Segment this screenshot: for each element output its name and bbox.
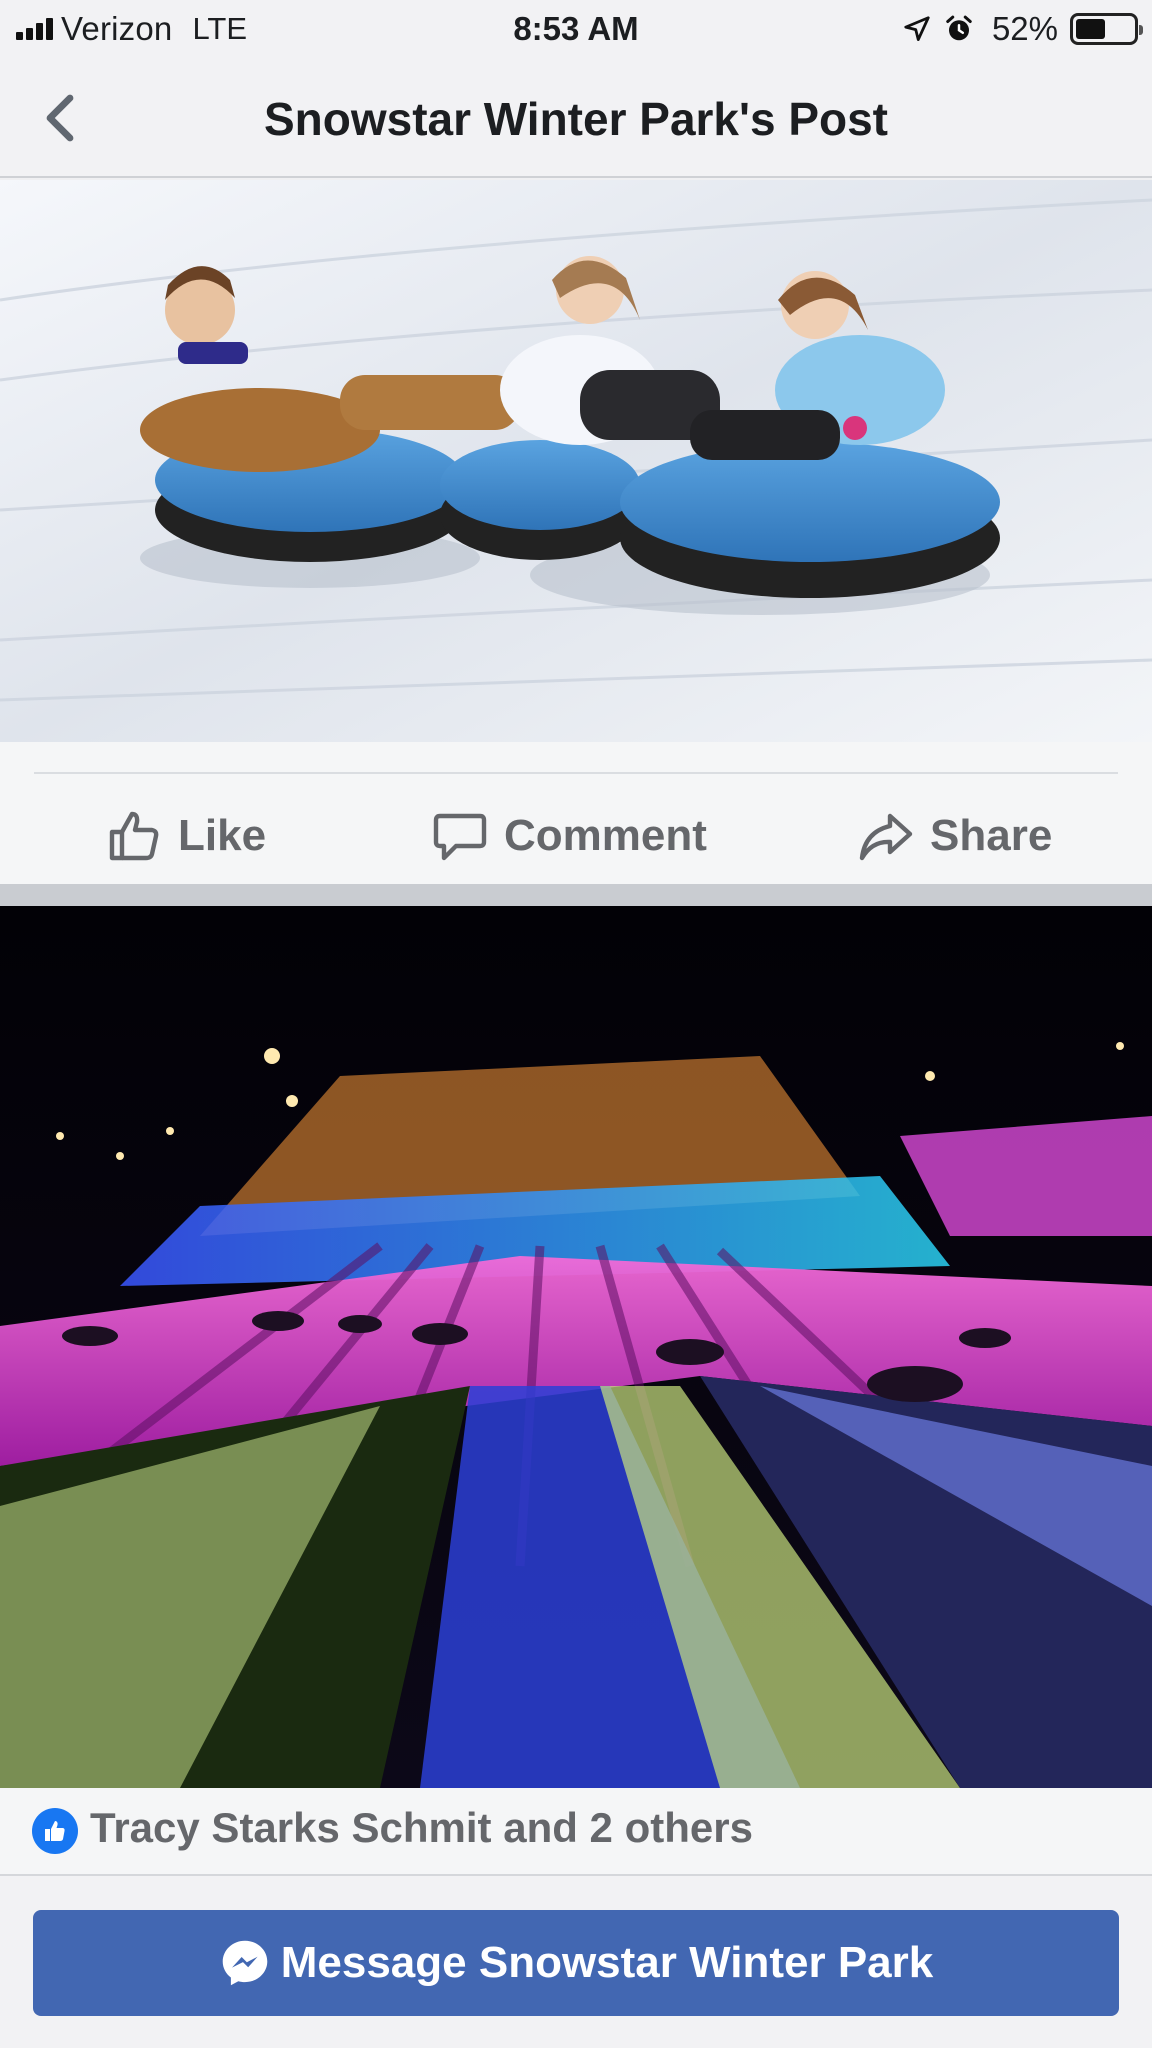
share-arrow-icon [859,813,913,861]
messenger-icon [222,1940,268,1986]
night-tubing-illustration [0,906,1152,1788]
navigation-bar: Snowstar Winter Park's Post [0,58,1152,178]
divider [34,772,1118,774]
post-separator [0,884,1152,906]
post-screen: Verizon LTE 8:53 AM 52% Snowstar Winter … [0,0,1152,2048]
battery-level [1076,19,1105,39]
share-button[interactable]: Share [858,800,1052,872]
like-reaction-icon [32,1808,78,1854]
back-button[interactable] [30,88,90,148]
battery-icon [1070,13,1143,45]
page-title: Snowstar Winter Park's Post [263,93,889,145]
share-label: Share [930,811,1053,860]
comment-button[interactable]: Comment [432,800,707,872]
reactions-text: Tracy Starks Schmit and 2 others [90,1804,753,1851]
thumbs-up-icon [109,811,159,861]
post-photo-snow-tubing[interactable] [0,180,1152,742]
status-left: Verizon LTE [16,10,247,48]
location-arrow-icon [904,16,930,41]
carrier-name: Verizon [61,10,173,47]
post-photo-night-tubing[interactable] [0,906,1152,1788]
speech-bubble-icon [433,813,487,861]
snow-tubing-illustration [0,180,1152,742]
battery-percentage: 52% [991,10,1058,47]
signal-icon [16,18,53,40]
message-bar: Message Snowstar Winter Park [0,1876,1152,2048]
post-actions: Like Comment Share [0,742,1152,884]
message-page-button[interactable]: Message Snowstar Winter Park [33,1910,1119,2016]
network-type: LTE [192,11,248,46]
reactions-summary[interactable]: Tracy Starks Schmit and 2 others [0,1788,1152,1876]
alarm-clock-icon [946,15,972,41]
chevron-left-icon [46,94,74,142]
message-button-label: Message Snowstar Winter Park [280,1938,934,1987]
comment-label: Comment [504,811,707,860]
like-label: Like [178,811,267,860]
status-right: 52% [902,10,1143,48]
status-bar: Verizon LTE 8:53 AM 52% [0,0,1152,58]
like-button[interactable]: Like [106,800,266,872]
